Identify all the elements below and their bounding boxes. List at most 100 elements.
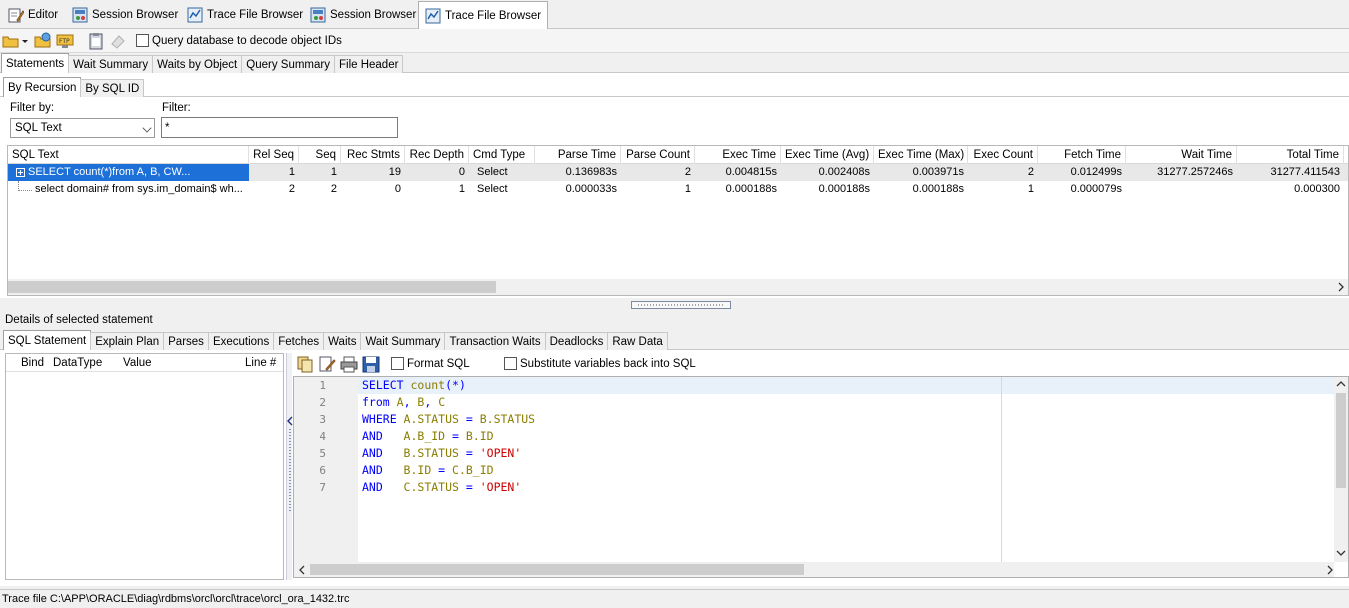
format-sql-row[interactable]: Format SQL [391, 357, 470, 370]
tab-editor[interactable]: Editor [2, 2, 64, 27]
col-parse-time[interactable]: Parse Time [535, 146, 621, 164]
tab-file-header[interactable]: File Header [333, 55, 404, 73]
col-rec-depth[interactable]: Rec Depth [405, 146, 469, 164]
table-row[interactable]: SELECT count(*)from A, B, CW... 1 1 19 0… [8, 164, 1348, 181]
session-browser-icon [72, 7, 88, 23]
col-seq[interactable]: Seq [299, 146, 341, 164]
tab-waits-by-object[interactable]: Waits by Object [152, 55, 243, 73]
grid-header: SQL Text Rel Seq Seq Rec Stmts Rec Depth… [8, 146, 1348, 164]
filter-input[interactable]: * [161, 117, 398, 138]
tab-statements[interactable]: Statements [1, 53, 70, 73]
sql-text-cell[interactable]: select domain# from sys.im_domain$ wh... [8, 181, 249, 198]
tab-trace-file-browser-1[interactable]: Trace File Browser [181, 2, 309, 27]
rec-stmts-cell: 0 [394, 183, 401, 195]
open-recent-icon[interactable] [34, 32, 52, 50]
editor-horizontal-scrollbar[interactable] [294, 562, 1334, 577]
print-icon[interactable] [340, 355, 358, 373]
substitute-variables-checkbox[interactable] [504, 357, 517, 370]
chevron-left-icon[interactable] [297, 565, 307, 575]
right-margin-line [1001, 377, 1002, 562]
code-token: B.STATUS [403, 446, 459, 460]
query-db-checkbox[interactable] [136, 34, 149, 47]
col-total-time[interactable]: Total Time [1237, 146, 1344, 164]
scrollbar-thumb[interactable] [1336, 393, 1346, 488]
rel-seq-cell: 2 [288, 183, 295, 195]
tab-deadlocks[interactable]: Deadlocks [544, 332, 609, 350]
editor-vertical-scrollbar[interactable] [1334, 377, 1348, 562]
exec-time-cell: 0.004815s [725, 166, 777, 178]
col-line-number[interactable]: Line # [245, 357, 276, 369]
chevron-up-icon[interactable] [1336, 379, 1346, 389]
chevron-right-icon[interactable] [1336, 282, 1346, 292]
tab-label: Session Browser [330, 8, 417, 21]
tab-raw-data[interactable]: Raw Data [607, 332, 668, 350]
tab-transaction-waits[interactable]: Transaction Waits [444, 332, 546, 350]
code-token: = [431, 463, 453, 477]
code-line: from A, B, C [362, 395, 445, 409]
tab-parses[interactable]: Parses [163, 332, 209, 350]
expand-icon[interactable] [16, 167, 25, 177]
sql-text-cell[interactable]: SELECT count(*)from A, B, CW... [8, 164, 249, 181]
edit-icon[interactable] [318, 355, 336, 373]
tab-waits[interactable]: Waits [323, 332, 362, 350]
col-wait-time[interactable]: Wait Time [1126, 146, 1237, 164]
tab-query-summary[interactable]: Query Summary [241, 55, 335, 73]
code-token: , [403, 395, 418, 409]
grid-horizontal-scrollbar[interactable] [8, 279, 1348, 295]
rec-depth-cell: 1 [458, 183, 465, 195]
wait-time-cell: 31277.257246s [1157, 166, 1233, 178]
tab-by-sql-id[interactable]: By SQL ID [80, 79, 145, 97]
col-datatype[interactable]: DataType [53, 357, 102, 369]
col-exec-time[interactable]: Exec Time [695, 146, 781, 164]
substitute-variables-row[interactable]: Substitute variables back into SQL [504, 357, 696, 370]
copy-icon[interactable] [296, 355, 314, 373]
col-rec-stmts[interactable]: Rec Stmts [341, 146, 405, 164]
tab-fetches[interactable]: Fetches [273, 332, 325, 350]
code-token: count [410, 378, 446, 392]
line-number: 3 [319, 413, 326, 426]
seq-cell: 1 [330, 166, 337, 178]
parse-count-cell: 1 [684, 183, 691, 195]
col-fetch-time[interactable]: Fetch Time [1038, 146, 1126, 164]
bind-variables-panel: Bind DataType Value Line # [5, 353, 284, 580]
col-parse-count[interactable]: Parse Count [621, 146, 695, 164]
save-icon[interactable] [362, 355, 380, 373]
tab-session-browser-2[interactable]: Session Browser [304, 2, 422, 27]
chevron-down-icon [142, 123, 152, 133]
tab-executions[interactable]: Executions [207, 332, 275, 350]
tab-wait-summary-detail[interactable]: Wait Summary [360, 332, 446, 350]
scrollbar-thumb[interactable] [310, 564, 804, 575]
dropdown-arrow-icon[interactable] [20, 32, 30, 50]
open-folder-icon[interactable] [2, 32, 20, 50]
col-bind[interactable]: Bind [21, 357, 44, 369]
query-db-checkbox-row[interactable]: Query database to decode object IDs [136, 34, 342, 47]
table-row[interactable]: select domain# from sys.im_domain$ wh...… [8, 181, 1348, 198]
chevron-down-icon[interactable] [1336, 548, 1346, 558]
tab-sql-statement[interactable]: SQL Statement [3, 330, 92, 350]
vertical-splitter[interactable] [286, 353, 293, 580]
fetch-time-cell: 0.000079s [1070, 183, 1122, 195]
tab-trace-file-browser-2[interactable]: Trace File Browser [418, 1, 549, 29]
sql-code-editor[interactable]: 1 SELECT count(*) 2 from A, B, C 3 WHERE A.ST… [293, 376, 1349, 578]
col-exec-time-max[interactable]: Exec Time (Max) [874, 146, 968, 164]
filter-by-select[interactable]: SQL Text [10, 118, 155, 138]
format-sql-checkbox[interactable] [391, 357, 404, 370]
filter-by-value: SQL Text [15, 122, 62, 134]
tab-explain-plan[interactable]: Explain Plan [90, 332, 165, 350]
ftp-icon[interactable]: FTP [56, 32, 74, 50]
tab-label: Trace File Browser [445, 9, 542, 22]
status-bar: Trace file C:\APP\ORACLE\diag\rdbms\orcl… [0, 589, 1349, 608]
col-value[interactable]: Value [123, 357, 152, 369]
col-exec-time-avg[interactable]: Exec Time (Avg) [781, 146, 874, 164]
panel-splitter[interactable] [631, 301, 731, 309]
col-cmd-type[interactable]: Cmd Type [469, 146, 535, 164]
clipboard-icon[interactable] [87, 32, 105, 50]
col-sql-text[interactable]: SQL Text [8, 146, 249, 164]
scrollbar-thumb[interactable] [8, 281, 496, 293]
tab-session-browser-1[interactable]: Session Browser [66, 2, 184, 27]
col-exec-count[interactable]: Exec Count [968, 146, 1038, 164]
col-rel-seq[interactable]: Rel Seq [249, 146, 299, 164]
chevron-right-icon[interactable] [1325, 565, 1335, 575]
tab-wait-summary[interactable]: Wait Summary [68, 55, 154, 73]
tab-by-recursion[interactable]: By Recursion [3, 77, 82, 97]
